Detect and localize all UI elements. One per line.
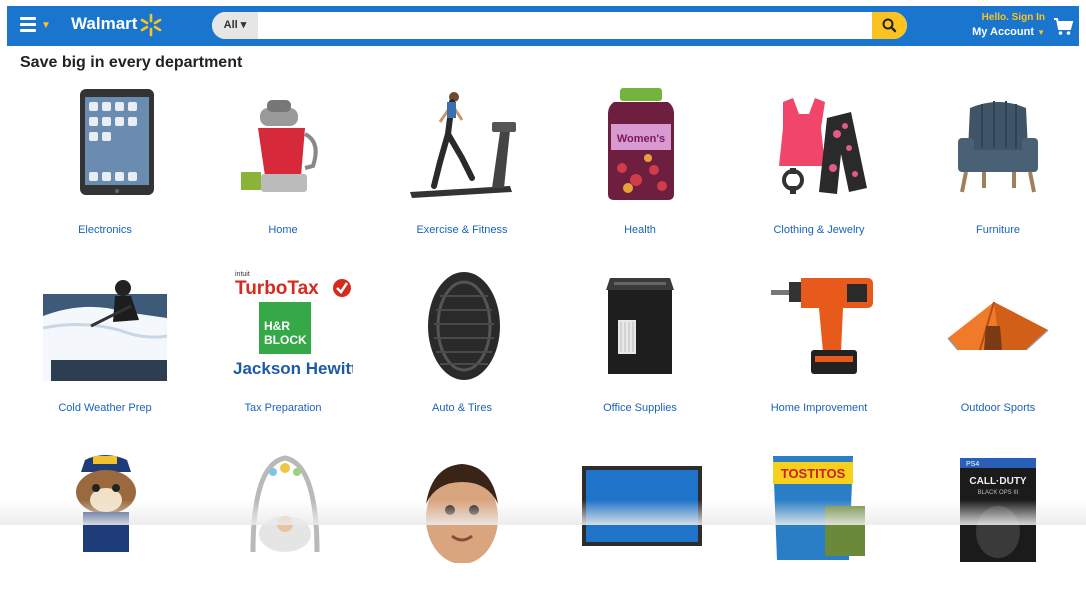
- department-tile-food[interactable]: TOSTITOS: [729, 448, 909, 608]
- sign-in-link[interactable]: Hello. Sign In: [957, 10, 1045, 25]
- svg-text:TurboTax: TurboTax: [235, 278, 319, 299]
- search-button[interactable]: [872, 12, 907, 39]
- department-tile-cold-weather-prep[interactable]: Cold Weather Prep: [15, 266, 195, 426]
- department-tile-home-improvement[interactable]: Home Improvement: [729, 266, 909, 426]
- my-account-label: My Account ▼: [972, 26, 1045, 38]
- svg-text:BLOCK: BLOCK: [264, 333, 307, 347]
- department-label[interactable]: Outdoor Sports: [908, 402, 1086, 414]
- tire-image: [428, 272, 500, 380]
- department-tile-auto-tires[interactable]: Auto & Tires: [372, 266, 552, 426]
- cart-icon[interactable]: [1052, 15, 1074, 37]
- department-tile-home[interactable]: Home: [193, 88, 373, 248]
- department-tile-exercise-fitness[interactable]: Exercise & Fitness: [372, 88, 552, 248]
- shredder-image: [606, 278, 674, 374]
- department-tile-video-games[interactable]: PS4 CALL·DUTY BLACK OPS III: [908, 448, 1086, 608]
- department-tile-furniture[interactable]: Furniture: [908, 88, 1086, 248]
- search-input[interactable]: [260, 12, 860, 39]
- chevron-down-icon[interactable]: ▼: [41, 20, 51, 31]
- department-label[interactable]: Cold Weather Prep: [15, 402, 195, 414]
- department-label[interactable]: Clothing & Jewelry: [729, 224, 909, 236]
- department-label[interactable]: Home Improvement: [729, 402, 909, 414]
- department-tile-tv-video[interactable]: [550, 448, 730, 608]
- department-label[interactable]: Office Supplies: [550, 402, 730, 414]
- svg-text:BLACK OPS III: BLACK OPS III: [978, 490, 1019, 496]
- department-label[interactable]: Electronics: [15, 224, 195, 236]
- tent-image: [947, 301, 1049, 351]
- department-label[interactable]: Exercise & Fitness: [372, 224, 552, 236]
- bottom-fade: [0, 500, 1086, 525]
- chevron-down-icon: ▼: [1037, 28, 1045, 37]
- svg-text:TOSTITOS: TOSTITOS: [781, 466, 846, 481]
- svg-text:Jackson Hewitt: Jackson Hewitt: [233, 359, 353, 378]
- menu-icon[interactable]: [20, 17, 36, 32]
- armchair-image: [958, 101, 1038, 193]
- search-icon: [882, 18, 897, 33]
- svg-text:H&R: H&R: [264, 319, 290, 333]
- tablet-image: [80, 89, 154, 195]
- department-tile-baby[interactable]: [372, 448, 552, 608]
- department-tile-tax-preparation[interactable]: intuit TurboTax H&R BLOCK Jackson Hewitt…: [193, 266, 373, 426]
- section-title: Save big in every department: [20, 54, 243, 71]
- search-bar: All ▾: [212, 12, 907, 39]
- vitamin-bottle-image: Women's: [608, 88, 674, 200]
- treadmill-image: [410, 92, 516, 198]
- svg-text:intuit: intuit: [235, 271, 250, 278]
- department-label[interactable]: Auto & Tires: [372, 402, 552, 414]
- department-select[interactable]: All ▾: [212, 12, 258, 39]
- account-menu[interactable]: Hello. Sign In My Account ▼: [957, 10, 1045, 40]
- department-label[interactable]: Furniture: [908, 224, 1086, 236]
- site-header: ▼ Walmart All ▾ Hello. Sign In My Accoun…: [7, 6, 1079, 46]
- tax-brands-image: intuit TurboTax H&R BLOCK Jackson Hewitt: [233, 271, 353, 378]
- department-tile-electronics[interactable]: Electronics: [15, 88, 195, 248]
- clothing-image: [779, 98, 867, 194]
- svg-text:PS4: PS4: [966, 461, 979, 468]
- department-label[interactable]: Health: [550, 224, 730, 236]
- department-tile-office-supplies[interactable]: Office Supplies: [550, 266, 730, 426]
- svg-text:Women's: Women's: [617, 133, 665, 145]
- walmart-logo[interactable]: Walmart: [71, 14, 137, 34]
- department-label[interactable]: Home: [193, 224, 373, 236]
- department-tile-baby-gear[interactable]: [193, 448, 373, 608]
- svg-text:CALL·DUTY: CALL·DUTY: [969, 476, 1027, 487]
- department-tile-toys[interactable]: [15, 448, 195, 608]
- snow-car-image: [42, 280, 168, 381]
- department-tile-outdoor-sports[interactable]: Outdoor Sports: [908, 266, 1086, 426]
- department-tile-clothing-jewelry[interactable]: Clothing & Jewelry: [729, 88, 909, 248]
- spark-icon[interactable]: [138, 12, 164, 38]
- department-tile-health[interactable]: Women's Health: [550, 88, 730, 248]
- department-label[interactable]: Tax Preparation: [193, 402, 373, 414]
- blender-image: [241, 100, 318, 192]
- drill-image: [771, 278, 873, 374]
